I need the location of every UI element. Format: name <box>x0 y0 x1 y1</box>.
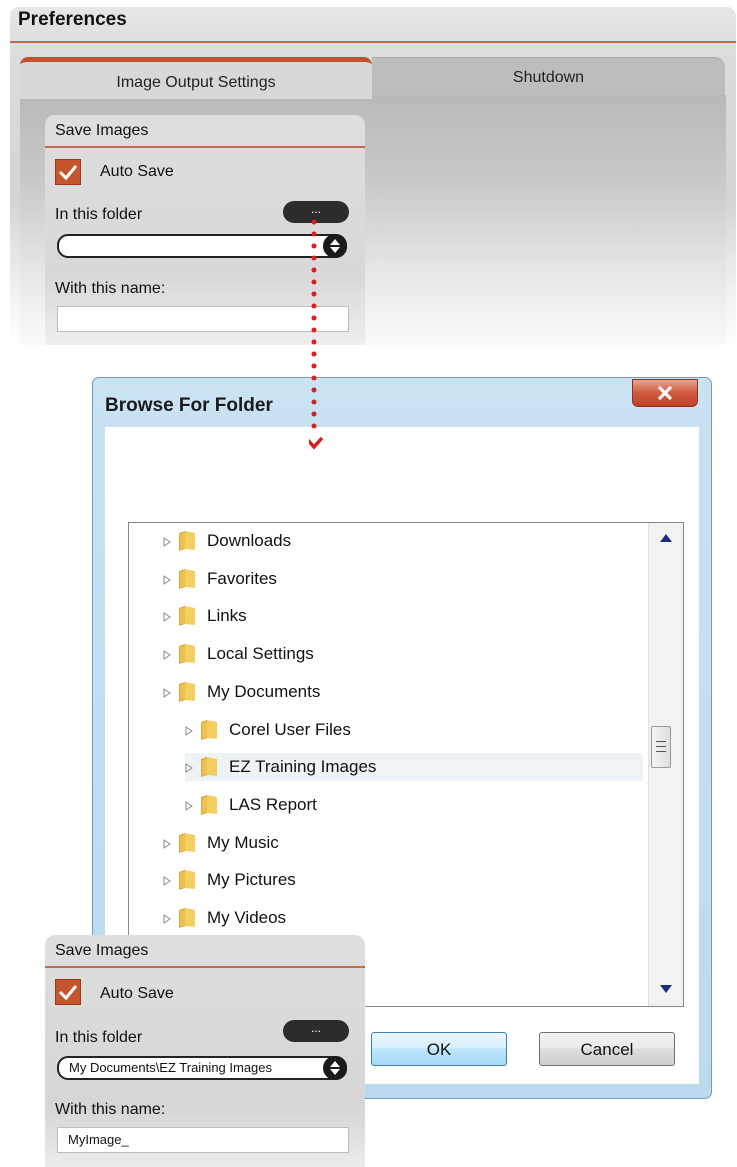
expand-arrow-icon[interactable] <box>185 800 193 811</box>
group-title: Save Images <box>55 122 149 139</box>
group-divider <box>45 146 365 148</box>
tab-shutdown[interactable]: Shutdown <box>372 57 725 95</box>
scroll-thumb[interactable] <box>651 726 671 768</box>
name-input[interactable] <box>57 306 349 332</box>
tree-item[interactable]: My Videos <box>163 904 643 932</box>
grip-line <box>656 746 666 747</box>
checkmark-icon <box>58 165 78 181</box>
browse-button[interactable]: ... <box>283 1020 349 1042</box>
folder-label: In this folder <box>55 1029 143 1046</box>
ok-button[interactable]: OK <box>371 1032 507 1066</box>
combo-arrows-icon[interactable] <box>323 1056 347 1080</box>
tree-item-label: Favorites <box>207 568 277 588</box>
tab-image-output-settings[interactable]: Image Output Settings <box>20 57 372 99</box>
tree-item[interactable]: My Music <box>163 829 643 857</box>
folder-icon <box>179 531 195 551</box>
name-label: With this name: <box>55 280 166 297</box>
folder-icon <box>179 681 195 702</box>
tree-item-label: EZ Training Images <box>229 757 377 777</box>
tree-item-label: Corel User Files <box>229 719 351 739</box>
expand-arrow-icon[interactable] <box>163 876 171 887</box>
dialog-title: Browse For Folder <box>105 395 273 416</box>
folder-icon <box>201 757 217 778</box>
grip-line <box>656 751 666 752</box>
tree-item[interactable]: My Documents <box>163 678 643 706</box>
tree-item-label: Downloads <box>207 531 292 550</box>
tree-item-label: My Music <box>207 832 279 852</box>
tree-item[interactable]: LAS Report <box>185 791 643 819</box>
tree-item-label: My Pictures <box>207 870 296 890</box>
title-divider <box>10 41 736 43</box>
expand-arrow-icon[interactable] <box>163 574 171 585</box>
folder-icon <box>179 606 195 627</box>
expand-arrow-icon[interactable] <box>163 537 171 547</box>
tree-item-label: My Documents <box>207 681 321 701</box>
auto-save-label: Auto Save <box>100 985 174 1002</box>
tree-item[interactable]: Local Settings <box>163 640 643 668</box>
cancel-button[interactable]: Cancel <box>539 1032 675 1066</box>
tree-item[interactable]: Links <box>163 602 643 630</box>
tree-item[interactable]: Downloads <box>163 527 643 555</box>
folder-combo[interactable]: My Documents\EZ Training Images <box>57 1056 347 1080</box>
expand-arrow-icon[interactable] <box>163 838 171 849</box>
grip-line <box>656 741 666 742</box>
scroll-up-arrow-icon[interactable] <box>659 533 673 543</box>
folder-icon <box>179 870 195 891</box>
name-input[interactable]: MyImage_ <box>57 1127 349 1153</box>
folder-icon <box>179 832 195 853</box>
folder-value: My Documents\EZ Training Images <box>69 1060 273 1075</box>
save-images-group-result: Save Images Auto Save In this folder ...… <box>45 935 365 1167</box>
group-divider <box>45 966 365 968</box>
close-button[interactable] <box>632 379 698 407</box>
checkmark-icon <box>58 985 78 1001</box>
group-title: Save Images <box>55 942 149 959</box>
auto-save-checkbox[interactable] <box>55 159 81 185</box>
expand-arrow-icon[interactable] <box>163 914 171 924</box>
tree-item[interactable]: My Pictures <box>163 866 643 894</box>
preferences-title: Preferences <box>18 9 127 30</box>
tree-item-label: Links <box>207 606 247 626</box>
folder-icon <box>179 644 195 665</box>
tree-item[interactable]: Corel User Files <box>185 716 643 744</box>
expand-arrow-icon[interactable] <box>163 612 171 623</box>
folder-icon <box>179 568 195 589</box>
folder-icon <box>179 908 195 928</box>
tree-item[interactable]: EZ Training Images <box>185 753 643 782</box>
folder-icon <box>201 794 217 815</box>
auto-save-label: Auto Save <box>100 163 174 180</box>
tree-item-label: My Videos <box>207 908 287 927</box>
folder-label: In this folder <box>55 206 143 223</box>
expand-arrow-icon[interactable] <box>185 763 193 774</box>
dotted-arrow-icon <box>309 219 324 450</box>
expand-arrow-icon[interactable] <box>163 650 171 661</box>
vertical-scrollbar[interactable] <box>648 523 683 1006</box>
expand-arrow-icon[interactable] <box>185 725 193 736</box>
folder-combo[interactable] <box>57 234 347 258</box>
tree-item-label: Local Settings <box>207 644 314 664</box>
tree-item[interactable]: Favorites <box>163 565 643 593</box>
expand-arrow-icon[interactable] <box>163 687 171 698</box>
folder-icon <box>201 719 217 740</box>
auto-save-checkbox[interactable] <box>55 979 81 1005</box>
close-x-icon <box>657 386 673 400</box>
scroll-down-arrow-icon[interactable] <box>659 984 673 994</box>
name-label: With this name: <box>55 1101 166 1118</box>
tree-item-label: LAS Report <box>229 794 317 814</box>
